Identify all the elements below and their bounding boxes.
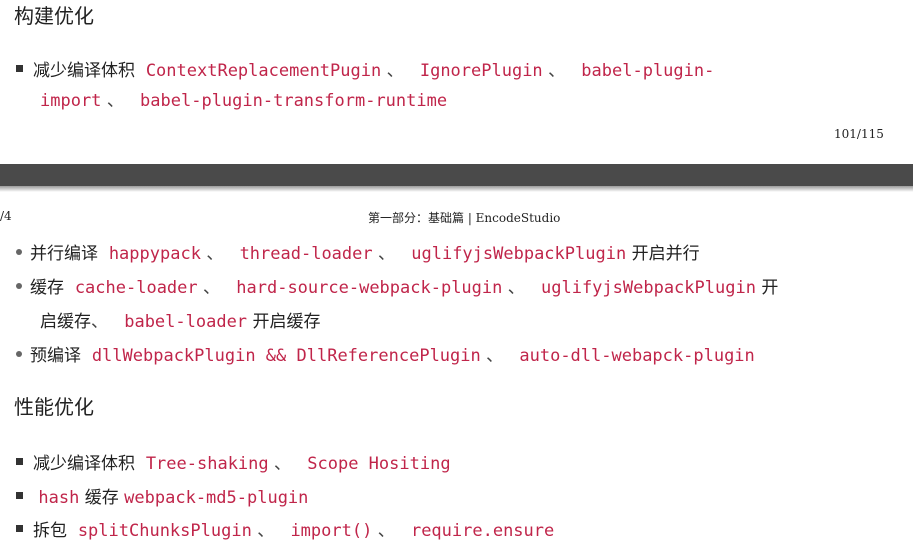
list-item-cache-cont: 启缓存、 babel-loader 开启缓存 [40,307,320,332]
bullet-suffix: 开 [761,278,779,298]
code-term: cache-loader [74,278,198,298]
square-bullet-icon [16,525,23,532]
code-term: babel-loader [124,312,248,332]
bullet-reduce-size: 减少编译体积 ContextReplacementPugin 、 IgnoreP… [16,56,714,81]
bullet-cont-text: 启缓存 [40,312,91,332]
page-number: 101/115 [834,127,884,141]
square-bullet-icon [16,65,23,72]
separator: 、 [206,244,224,264]
code-term: import [40,91,102,111]
code-term: babel-plugin-transform-runtime [140,91,448,111]
square-bullet-icon [16,458,23,465]
code-term: Tree-shaking [145,454,269,474]
code-term: IgnorePlugin [419,61,543,81]
code-term: require.ensure [410,521,555,541]
code-term: babel-plugin- [581,61,715,81]
code-term: dllWebpackPlugin && DllReferencePlugin [91,346,481,366]
section-heading-performance: 性能优化 [14,395,94,419]
bullet-label: 缓存 [84,488,119,508]
list-item-hash-cache: hash 缓存 webpack-md5-plugin [16,483,308,508]
dot-bullet-icon [16,283,22,289]
list-item-parallel: 并行编译 happypack 、 thread-loader 、 uglifyj… [16,239,700,264]
bullet-label: 缓存 [30,278,64,298]
bullet-label: 预编译 [30,346,81,366]
separator: 、 [507,278,525,298]
code-term: thread-loader [239,244,373,264]
separator: 、 [486,346,504,366]
bullet-label: 并行编译 [30,244,98,264]
list-item-treeshake: 减少编译体积 Tree-shaking 、 Scope Hositing [16,449,451,474]
code-term: uglifyjsWebpackPlugin [411,244,627,264]
separator: 、 [203,278,221,298]
separator: 、 [548,61,566,81]
separator: 、 [377,521,395,541]
code-term: auto-dll-webapck-plugin [519,346,755,366]
code-term: hash [38,488,80,508]
list-item-split: 拆包 splitChunksPlugin 、 import() 、 requir… [16,516,554,541]
code-term: ContextReplacementPugin [145,61,382,81]
separator: 、 [257,521,275,541]
separator: 、 [386,61,404,81]
code-term: webpack-md5-plugin [124,488,309,508]
bullet-suffix: 开启并行 [631,244,700,264]
separator: 、 [106,91,124,111]
page-divider [0,164,913,186]
bullet-label: 拆包 [33,521,67,541]
list-item-cache: 缓存 cache-loader 、 hard-source-webpack-pl… [16,273,778,298]
dot-bullet-icon [16,249,22,255]
running-header: 第一部分：基础篇 | EncodeStudio [368,211,561,225]
separator: 、 [91,312,108,332]
bullet-suffix: 开启缓存 [252,312,321,332]
running-fragment: /4 [0,209,12,223]
separator: 、 [274,454,292,474]
square-bullet-icon [16,492,23,499]
bullet-reduce-size-cont: import 、 babel-plugin-transform-runtime [40,86,447,111]
code-term: happypack [108,244,201,264]
bullet-label: 减少编译体积 [33,454,135,474]
code-term: uglifyjsWebpackPlugin [541,278,756,298]
separator: 、 [378,244,396,264]
section-heading-build: 构建优化 [14,4,94,28]
code-term: Scope Hositing [307,454,451,474]
code-term: hard-source-webpack-plugin [236,278,503,298]
dot-bullet-icon [16,351,22,357]
code-term: splitChunksPlugin [77,521,252,541]
page-divider-shadow [0,186,913,192]
bullet-label: 减少编译体积 [33,61,135,81]
list-item-precompile: 预编译 dllWebpackPlugin && DllReferencePlug… [16,341,755,366]
code-term: import() [290,521,373,541]
